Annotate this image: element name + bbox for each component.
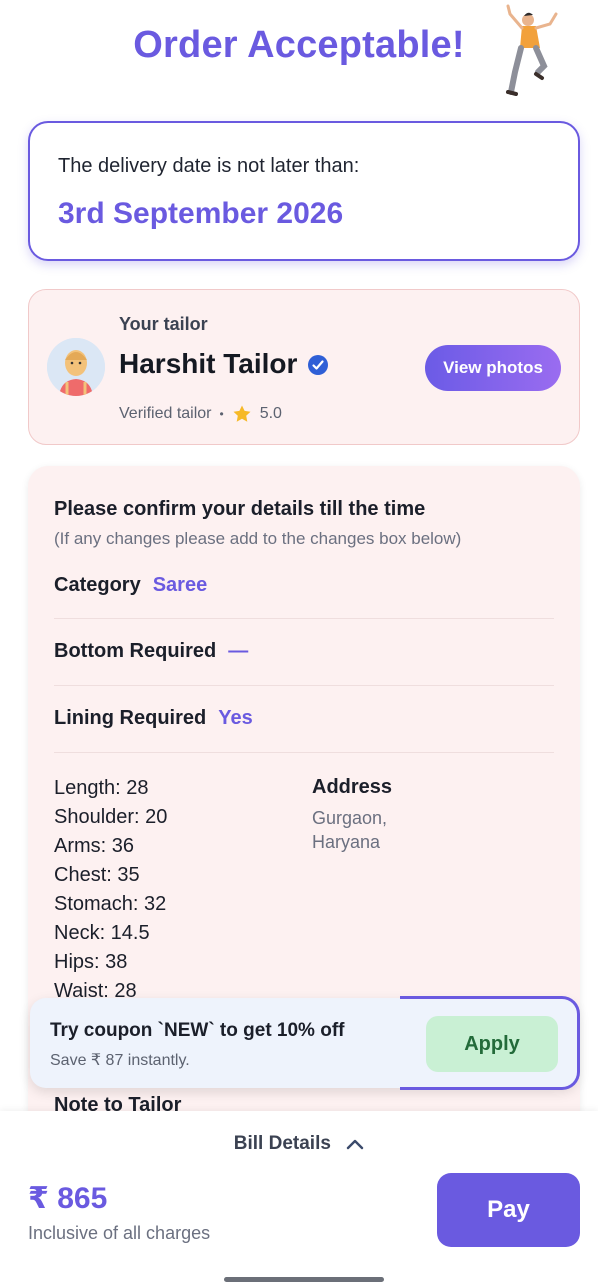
measurement-shoulder: Shoulder: 20 [54, 806, 168, 828]
tailor-meta: Verified tailor • 5.0 [119, 404, 282, 424]
meta-separator: • [219, 407, 224, 421]
bill-details-label: Bill Details [233, 1133, 331, 1154]
chevron-up-icon [347, 1139, 364, 1150]
home-indicator[interactable] [224, 1277, 384, 1282]
bottom-required-label: Bottom Required [54, 640, 217, 662]
apply-coupon-button[interactable]: Apply [426, 1016, 558, 1072]
measurement-stomach: Stomach: 32 [54, 893, 167, 915]
measurement-arms: Arms: 36 [54, 835, 135, 857]
verified-badge-icon [308, 355, 328, 375]
address-text: Gurgaon, Haryana [312, 808, 388, 852]
tailor-name: Harshit Tailor [119, 348, 298, 379]
coupon-title: Try coupon `NEW` to get 10% off [50, 1020, 345, 1041]
measurement-neck: Neck: 14.5 [54, 922, 150, 944]
dancing-person-icon [506, 4, 558, 96]
lining-required-row: Lining Required Yes [54, 707, 554, 730]
coupon-subtitle: Save ₹ 87 instantly. [50, 1052, 190, 1069]
measurement-hips: Hips: 38 [54, 951, 128, 973]
verified-tailor-text: Verified tailor [119, 405, 212, 422]
tailor-avatar [47, 338, 105, 396]
divider [54, 618, 554, 619]
tailor-avatar-icon [47, 338, 105, 396]
category-label: Category [54, 574, 141, 596]
address-title: Address [312, 776, 393, 798]
view-photos-button[interactable]: View photos [425, 345, 561, 391]
bottom-checkout-bar: Bill Details ₹ 865 Inclusive of all char… [0, 1111, 598, 1287]
category-value: Saree [152, 574, 208, 596]
measurement-length: Length: 28 [54, 777, 149, 799]
bottom-required-row: Bottom Required — [54, 640, 554, 663]
delivery-date-card: The delivery date is not later than: 3rd… [28, 121, 580, 261]
delivery-date: 3rd September 2026 [58, 197, 344, 230]
delivery-label: The delivery date is not later than: [58, 155, 360, 177]
pay-button[interactable]: Pay [437, 1173, 580, 1247]
total-amount: ₹ 865 [28, 1182, 108, 1215]
bottom-required-value: — [228, 640, 249, 662]
star-icon [233, 405, 251, 422]
measurements-list: Length: 28 Shoulder: 20 Arms: 36 Chest: … [54, 774, 167, 1006]
confirm-details-title: Please confirm your details till the tim… [54, 498, 426, 520]
tailor-rating: 5.0 [259, 405, 282, 422]
divider [54, 752, 554, 753]
category-row: Category Saree [54, 574, 554, 597]
inclusive-charges-text: Inclusive of all charges [28, 1223, 211, 1243]
bill-details-toggle[interactable]: Bill Details [0, 1133, 598, 1155]
coupon-banner: Try coupon `NEW` to get 10% off Save ₹ 8… [30, 998, 578, 1088]
measurement-chest: Chest: 35 [54, 864, 140, 886]
lining-required-label: Lining Required [54, 707, 207, 729]
your-tailor-label: Your tailor [119, 314, 208, 334]
confirm-details-subtitle: (If any changes please add to the change… [54, 529, 462, 548]
tailor-card: Your tailor Harshit Tailor Verified tail… [28, 289, 580, 445]
lining-required-value: Yes [218, 707, 253, 729]
divider [54, 685, 554, 686]
